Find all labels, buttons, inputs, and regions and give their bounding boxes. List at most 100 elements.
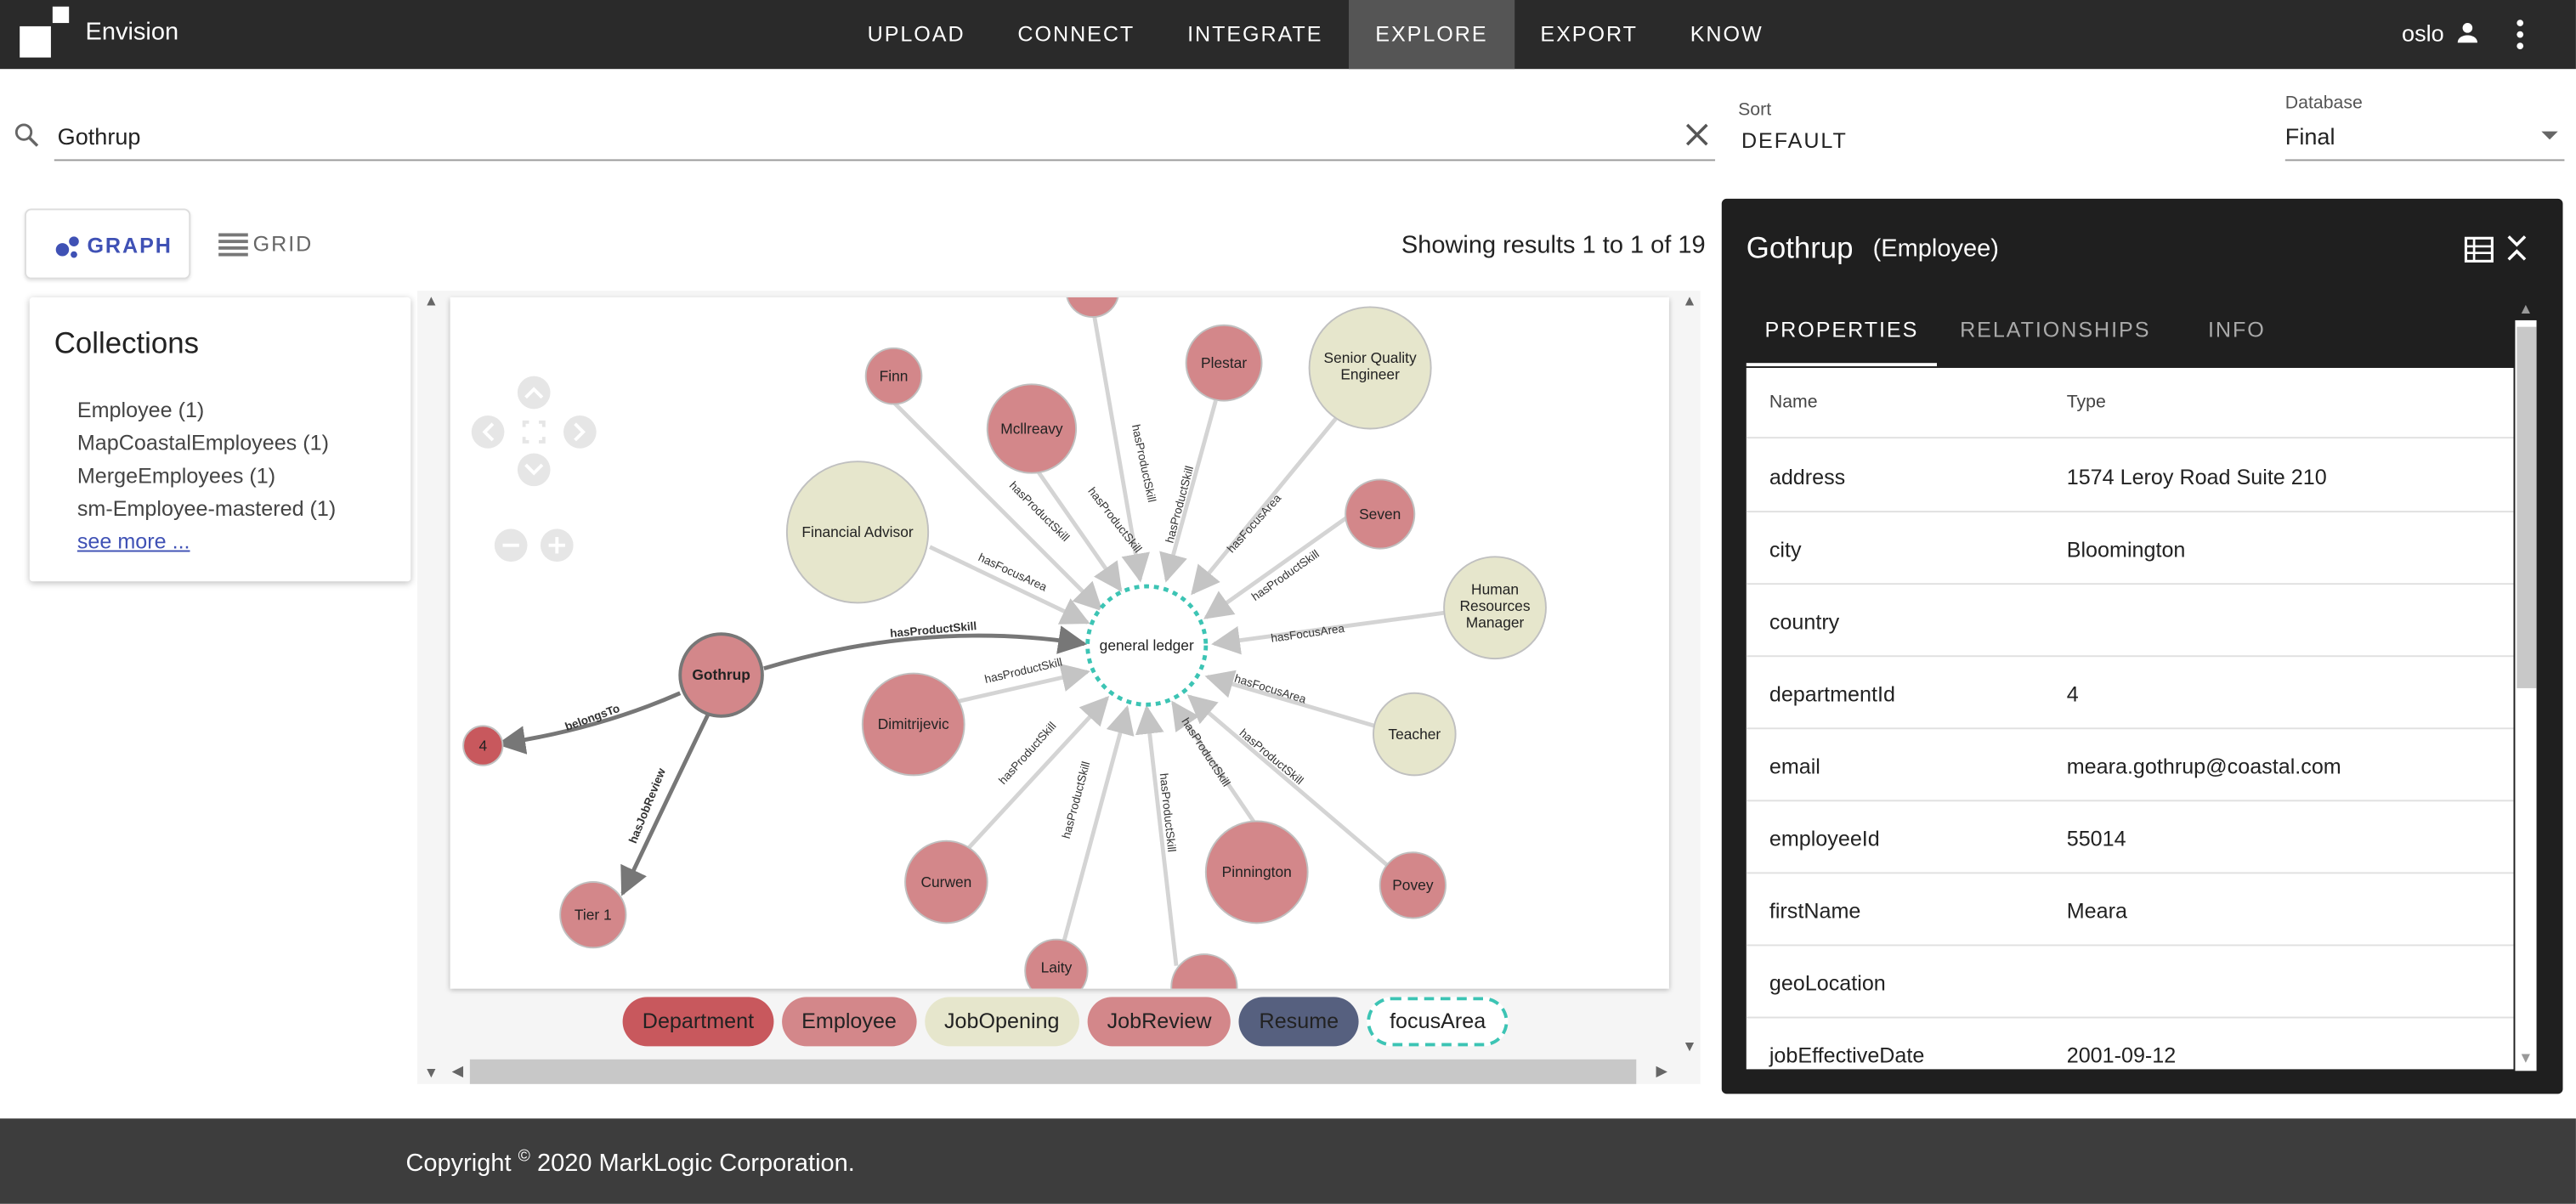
- table-row[interactable]: geoLocation: [1746, 946, 2514, 1019]
- scroll-up-arrow-icon[interactable]: ▲: [2518, 301, 2533, 317]
- tab-relationships[interactable]: RELATIONSHIPS: [1960, 304, 2150, 366]
- user-name[interactable]: oslo: [2402, 20, 2444, 46]
- table-row[interactable]: address 1574 Leroy Road Suite 210: [1746, 440, 2514, 513]
- table-row[interactable]: city Bloomington: [1746, 512, 2514, 585]
- svg-text:Engineer: Engineer: [1340, 366, 1400, 383]
- legend-department[interactable]: Department: [622, 997, 774, 1047]
- pan-up-icon[interactable]: [517, 376, 551, 410]
- search-icon: [14, 123, 39, 147]
- graph-node[interactable]: Pinnington: [1204, 820, 1309, 924]
- graph-node[interactable]: Mcllreavy: [986, 383, 1078, 474]
- pan-down-icon[interactable]: [517, 453, 551, 487]
- legend-jobopening[interactable]: JobOpening: [924, 997, 1079, 1047]
- scroll-right-arrow-icon[interactable]: ▶: [1656, 1063, 1667, 1081]
- copyright-text: Copyright © 2020 MarkLogic Corporation.: [405, 1148, 855, 1178]
- property-name: address: [1769, 465, 1846, 490]
- zoom-out-icon[interactable]: [494, 529, 528, 562]
- tab-properties[interactable]: PROPERTIES: [1746, 304, 1938, 367]
- navigation-controls[interactable]: [471, 376, 597, 562]
- sort-select[interactable]: DEFAULT: [1741, 128, 1848, 153]
- table-row[interactable]: departmentId 4: [1746, 657, 2514, 730]
- tab-info[interactable]: INFO: [2208, 304, 2266, 366]
- app-name: Envision: [85, 18, 179, 47]
- envision-logo[interactable]: [20, 6, 72, 59]
- network-graph[interactable]: hasProductSkill hasProductSkill hasProdu…: [450, 297, 1669, 989]
- table-row[interactable]: email meara.gothrup@coastal.com: [1746, 729, 2514, 802]
- svg-text:Seven: Seven: [1359, 506, 1401, 523]
- more-vert-icon[interactable]: [2507, 16, 2534, 53]
- see-more-link[interactable]: see more ...: [77, 529, 190, 553]
- graph-node[interactable]: Seven: [1345, 478, 1416, 550]
- collection-item[interactable]: Employee (1): [77, 398, 204, 422]
- property-value: meara.gothrup@coastal.com: [2066, 754, 2341, 779]
- graph-node[interactable]: Gothrup: [678, 632, 764, 718]
- entity-type: (Employee): [1872, 235, 1999, 263]
- nav-export[interactable]: EXPORT: [1514, 0, 1663, 69]
- zoom-in-icon[interactable]: [540, 529, 574, 562]
- property-value: Bloomington: [2066, 537, 2186, 562]
- svg-text:Laity: Laity: [1041, 958, 1073, 975]
- vertical-scroll-thumb[interactable]: [2517, 326, 2537, 688]
- graph-canvas[interactable]: hasProductSkill hasProductSkill hasProdu…: [450, 297, 1669, 989]
- pan-right-icon[interactable]: [563, 415, 597, 449]
- zoom-extends-icon[interactable]: [522, 420, 546, 444]
- collection-item[interactable]: MapCoastalEmployees (1): [77, 430, 329, 455]
- edge-label: hasProductSkill: [1129, 423, 1158, 503]
- pan-left-icon[interactable]: [471, 415, 505, 449]
- legend-employee[interactable]: Employee: [781, 997, 917, 1047]
- legend-focusarea[interactable]: focusArea: [1367, 997, 1509, 1047]
- scroll-down-arrow-icon[interactable]: ▼: [2518, 1049, 2533, 1066]
- close-icon[interactable]: [1684, 122, 1710, 148]
- graph-node[interactable]: 4: [462, 725, 504, 766]
- graph-node[interactable]: Financial Advisor: [785, 461, 930, 604]
- graph-node[interactable]: Laity: [1024, 938, 1089, 989]
- person-icon[interactable]: [2453, 18, 2483, 48]
- graph-node[interactable]: Teacher: [1373, 692, 1457, 777]
- table-view-icon[interactable]: [2464, 235, 2494, 264]
- database-select[interactable]: Final: [2285, 123, 2335, 150]
- property-name: city: [1769, 537, 1802, 562]
- property-value: 4: [2066, 681, 2079, 707]
- nav-know[interactable]: KNOW: [1664, 0, 1790, 69]
- collapse-icon[interactable]: [2504, 232, 2530, 265]
- graph-node-selected[interactable]: general ledger: [1085, 584, 1209, 707]
- legend-resume[interactable]: Resume: [1239, 997, 1359, 1047]
- nav-explore[interactable]: EXPLORE: [1349, 0, 1514, 70]
- bubble-chart-icon: [55, 236, 79, 258]
- legend-jobreview[interactable]: JobReview: [1087, 997, 1231, 1047]
- table-row[interactable]: employeeId 55014: [1746, 801, 2514, 874]
- scroll-up-arrow-icon[interactable]: ▲: [1682, 292, 1696, 308]
- table-row[interactable]: jobEffectiveDate 2001-09-12: [1747, 1018, 2514, 1069]
- table-row[interactable]: firstName Meara: [1746, 873, 2514, 947]
- graph-node[interactable]: Tier 1: [559, 881, 627, 949]
- graph-node[interactable]: Povey: [1379, 851, 1447, 919]
- graph-node[interactable]: Plestar: [1185, 324, 1263, 402]
- scroll-down-arrow-icon[interactable]: ▼: [424, 1065, 439, 1081]
- property-name: email: [1769, 754, 1820, 779]
- graph-view-button[interactable]: GRAPH: [24, 208, 191, 280]
- collection-item[interactable]: sm-Employee-mastered (1): [77, 496, 336, 521]
- scroll-up-arrow-icon[interactable]: ▲: [424, 292, 439, 308]
- nav-connect[interactable]: CONNECT: [992, 0, 1162, 69]
- scroll-left-arrow-icon[interactable]: ◀: [452, 1063, 463, 1081]
- property-name: jobEffectiveDate: [1769, 1043, 1925, 1068]
- nav-integrate[interactable]: INTEGRATE: [1161, 0, 1349, 69]
- edge-label: hasProductSkill: [996, 720, 1058, 787]
- graph-node[interactable]: Senior QualityEngineer: [1308, 306, 1432, 430]
- property-value: 55014: [2066, 826, 2126, 851]
- scroll-down-arrow-icon[interactable]: ▼: [1682, 1038, 1696, 1054]
- table-row[interactable]: country: [1746, 585, 2514, 658]
- horizontal-scrollbar[interactable]: [469, 1059, 1637, 1084]
- graph-node[interactable]: HumanResourcesManager: [1443, 556, 1547, 660]
- edge-label: hasProductSkill: [1249, 547, 1322, 603]
- grid-view-button[interactable]: GRID: [218, 208, 350, 279]
- svg-text:Senior Quality: Senior Quality: [1324, 349, 1417, 366]
- nav-upload[interactable]: UPLOAD: [841, 0, 992, 69]
- graph-node[interactable]: Dimitrijevic: [861, 672, 965, 777]
- graph-node[interactable]: Curwen: [904, 839, 988, 924]
- dropdown-caret-icon[interactable]: [2541, 131, 2558, 140]
- collection-item[interactable]: MergeEmployees (1): [77, 463, 275, 488]
- graph-node[interactable]: Finn: [864, 347, 923, 405]
- property-name: departmentId: [1769, 681, 1895, 707]
- search-input[interactable]: [57, 118, 1701, 155]
